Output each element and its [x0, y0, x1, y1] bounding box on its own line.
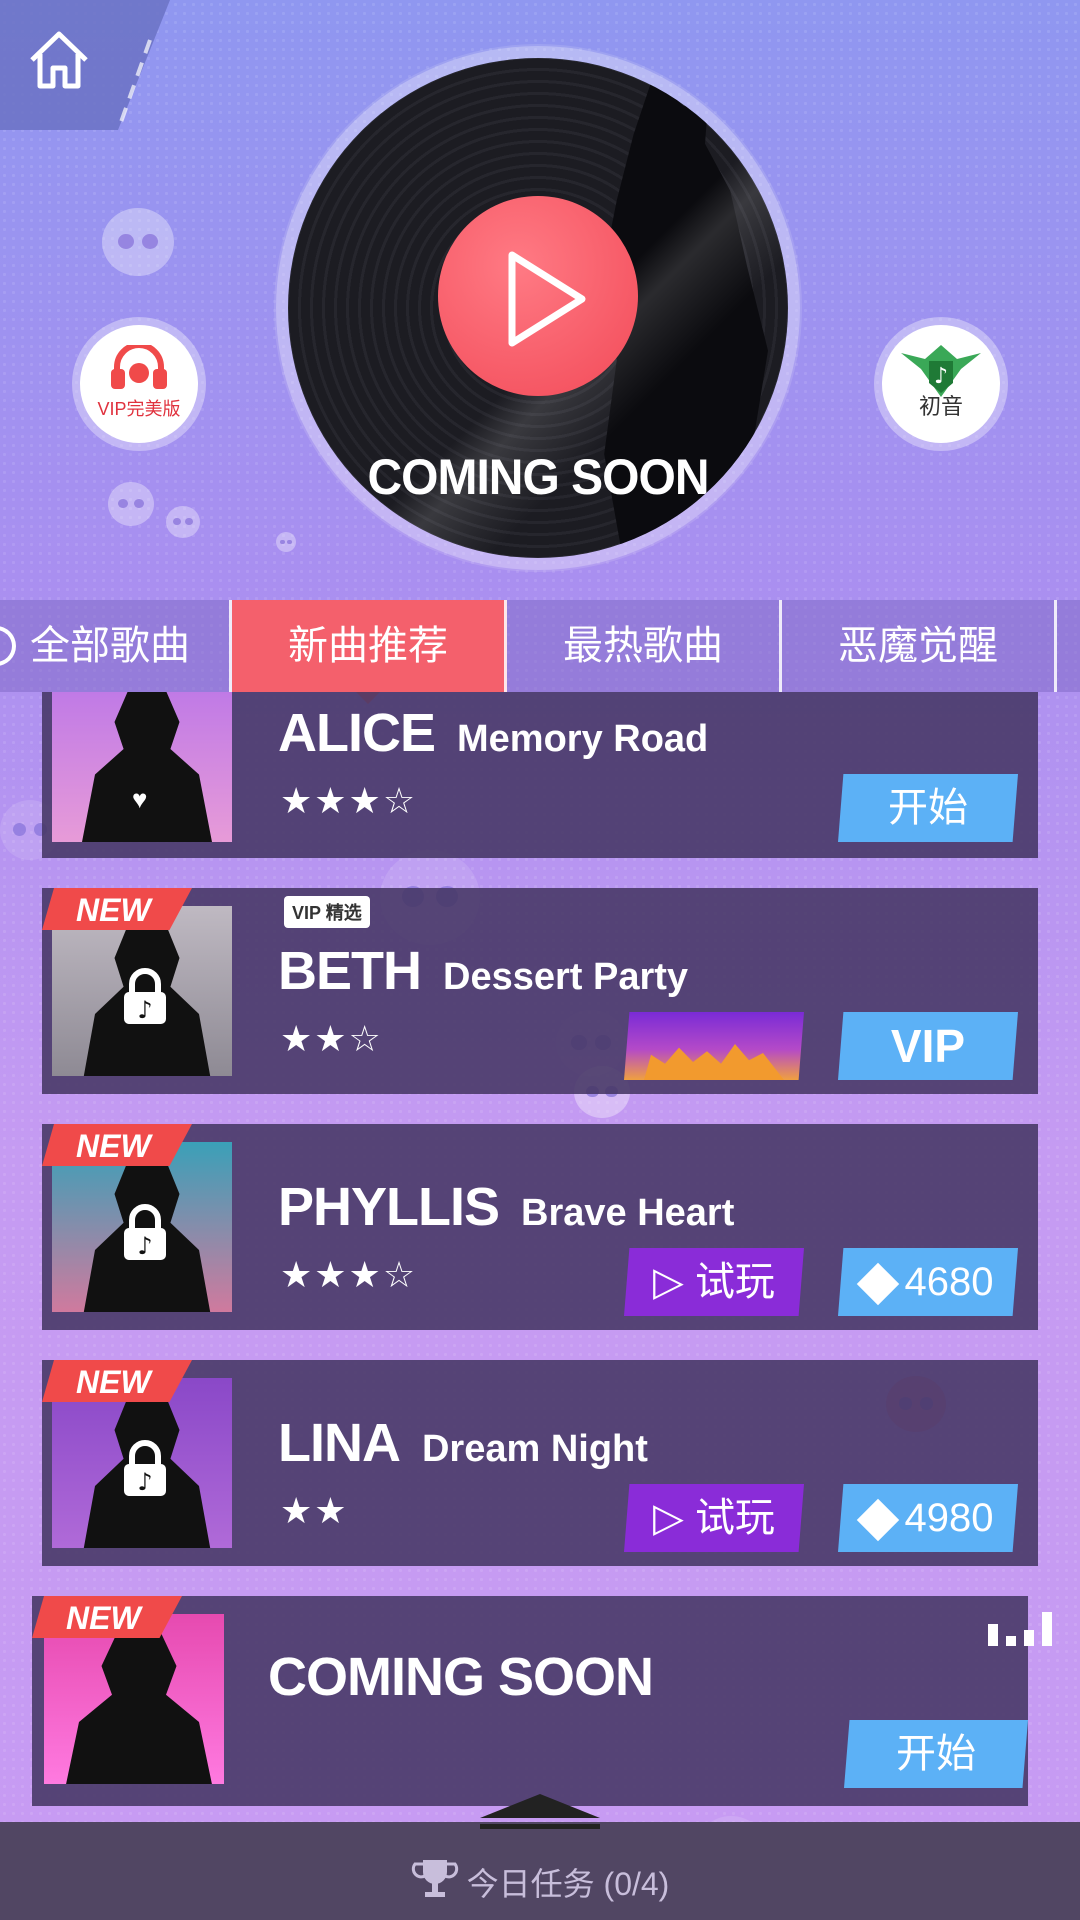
- home-button[interactable]: [26, 26, 92, 92]
- play-button[interactable]: [438, 196, 638, 396]
- audio-bars-icon: [988, 1612, 1052, 1646]
- trial-button[interactable]: ▷ 试玩: [624, 1248, 804, 1316]
- svg-text:♪: ♪: [137, 1468, 152, 1496]
- tab-partial: [1057, 600, 1080, 692]
- tab-new-songs[interactable]: 新曲推荐: [232, 600, 507, 704]
- svg-text:♪: ♪: [137, 1232, 152, 1260]
- hatsune-badge[interactable]: ♪ 初音: [882, 325, 1000, 443]
- lock-icon: ♪: [124, 1440, 166, 1496]
- character-name: ALICE: [278, 703, 436, 763]
- svg-text:♪: ♪: [934, 364, 948, 389]
- character-figure: [64, 1634, 214, 1784]
- song-card[interactable]: NEW COMING SOON 开始: [32, 1596, 1052, 1806]
- skull-decoration: [166, 506, 200, 538]
- start-button[interactable]: 开始: [844, 1720, 1028, 1788]
- character-name: BETH: [278, 941, 422, 1001]
- tab-label: 最热歌曲: [563, 624, 723, 668]
- song-title: Dream Night: [421, 1428, 648, 1470]
- collapse-handle[interactable]: [480, 1788, 600, 1834]
- new-tag: NEW: [42, 1124, 192, 1166]
- song-card[interactable]: ♪ NEW PHYLLIS Brave Heart ★★★☆ ▷ 试玩 4680: [42, 1124, 1038, 1330]
- character-figure: [82, 692, 212, 842]
- headphone-icon: [111, 345, 167, 389]
- song-name: PHYLLIS Brave Heart: [278, 1176, 734, 1238]
- song-name: ALICE Memory Road: [278, 702, 708, 764]
- song-title: Brave Heart: [521, 1192, 735, 1234]
- tab-label: 新曲推荐: [288, 624, 448, 668]
- daily-task-button[interactable]: 今日任务 (0/4): [0, 1854, 1080, 1910]
- vip-button[interactable]: VIP: [838, 1012, 1018, 1080]
- purchase-button[interactable]: 4980: [838, 1484, 1018, 1552]
- daily-task-label: 今日任务 (0/4): [466, 1866, 670, 1902]
- skull-decoration: [102, 208, 174, 276]
- record-disc[interactable]: COMING SOON: [288, 58, 788, 558]
- vip-version-badge[interactable]: VIP完美版: [80, 325, 198, 443]
- trial-button[interactable]: ▷ 试玩: [624, 1484, 804, 1552]
- chevron-up-icon: [480, 1794, 600, 1829]
- hatsune-label: 初音: [918, 394, 963, 419]
- song-card[interactable]: ♪ NEW LINA Dream Night ★★ ▷ 试玩 4980: [42, 1360, 1038, 1566]
- vip-select-tag: VIP 精选: [284, 896, 370, 928]
- play-icon: [508, 251, 586, 347]
- song-card[interactable]: ♥ ALICE Memory Road ★★★☆ 开始: [42, 692, 1038, 858]
- home-corner: [0, 0, 170, 130]
- song-thumbnail: ♪: [52, 1378, 232, 1548]
- price: 4980: [904, 1496, 994, 1540]
- start-button[interactable]: 开始: [838, 774, 1018, 842]
- diamond-icon: [856, 1499, 899, 1542]
- svg-text:♪: ♪: [137, 996, 152, 1024]
- character-name: COMING SOON: [268, 1647, 654, 1707]
- lock-icon: ♪: [124, 1204, 166, 1260]
- tab-hot-songs[interactable]: 最热歌曲: [507, 600, 782, 692]
- difficulty-stars: ★★☆: [280, 1018, 383, 1059]
- tab-demon-awakening[interactable]: 恶魔觉醒: [782, 600, 1057, 692]
- new-tag: NEW: [32, 1596, 182, 1638]
- tab-label: 恶魔觉醒: [838, 624, 998, 668]
- lock-icon: ♪: [124, 968, 166, 1024]
- new-tag: NEW: [42, 888, 192, 930]
- song-thumbnail: ♥: [52, 692, 232, 842]
- category-tabs: 全部歌曲 新曲推荐 最热歌曲 恶魔觉醒: [0, 600, 1080, 704]
- event-banner-silhouettes: [644, 1044, 784, 1080]
- song-name: BETH Dessert Party: [278, 940, 688, 1002]
- song-thumbnail: [44, 1614, 224, 1784]
- trophy-icon: [411, 1854, 459, 1910]
- song-name: COMING SOON: [268, 1646, 654, 1708]
- difficulty-stars: ★★: [280, 1490, 349, 1531]
- home-icon: [30, 31, 88, 89]
- song-card[interactable]: ♪ NEW VIP 精选 BETH Dessert Party ★★☆ VIP: [42, 888, 1038, 1094]
- vip-badge-label: VIP完美版: [97, 399, 181, 419]
- song-name: LINA Dream Night: [278, 1412, 648, 1474]
- song-title: Dessert Party: [443, 956, 689, 998]
- difficulty-stars: ★★★☆: [280, 1254, 418, 1295]
- song-title: Memory Road: [457, 718, 709, 760]
- price: 4680: [904, 1260, 994, 1304]
- event-banner[interactable]: [624, 1012, 804, 1080]
- difficulty-stars: ★★★☆: [280, 780, 418, 821]
- diamond-icon: [856, 1263, 899, 1306]
- headphone-icon: [0, 626, 16, 666]
- song-thumbnail: ♪: [52, 1142, 232, 1312]
- character-name: LINA: [278, 1413, 401, 1473]
- skull-decoration: [108, 482, 154, 526]
- song-thumbnail: ♪: [52, 906, 232, 1076]
- disc-title: COMING SOON: [367, 449, 709, 506]
- character-name: PHYLLIS: [278, 1177, 500, 1237]
- heart-icon: ♥: [132, 784, 148, 814]
- tab-label: 全部歌曲: [30, 624, 190, 668]
- purchase-button[interactable]: 4680: [838, 1248, 1018, 1316]
- tab-all-songs[interactable]: 全部歌曲: [0, 600, 232, 692]
- new-tag: NEW: [42, 1360, 192, 1402]
